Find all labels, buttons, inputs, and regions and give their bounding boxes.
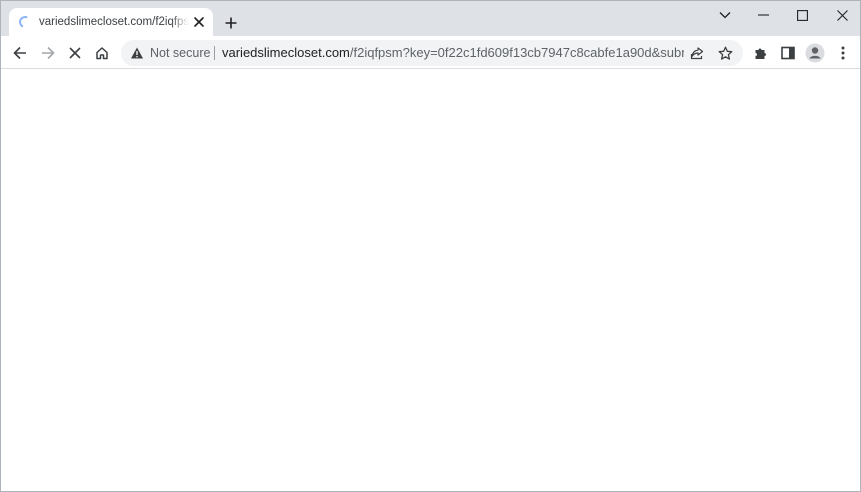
- browser-window: variedslimecloset.com/f2iqfpsm?key=0f22c…: [0, 0, 861, 492]
- maximize-icon[interactable]: [790, 4, 814, 26]
- warning-triangle-icon[interactable]: [130, 46, 144, 60]
- more-vert-icon[interactable]: [831, 41, 855, 65]
- close-window-icon[interactable]: [830, 4, 854, 26]
- security-chip-label[interactable]: Not secure: [150, 46, 210, 60]
- loading-spinner-icon: [17, 14, 33, 30]
- chevron-down-icon[interactable]: [713, 4, 737, 26]
- tab-title: variedslimecloset.com/f2iqfpsm?key=0f22c…: [39, 16, 189, 28]
- tab-strip: variedslimecloset.com/f2iqfpsm?key=0f22c…: [1, 1, 860, 37]
- url-host: variedslimecloset.com: [222, 45, 350, 60]
- url-text[interactable]: variedslimecloset.com/f2iqfpsm?key=0f22c…: [222, 45, 684, 60]
- back-arrow-icon[interactable]: [8, 41, 32, 65]
- page-content-area: [1, 70, 860, 491]
- extensions-puzzle-icon[interactable]: [749, 41, 773, 65]
- browser-toolbar: Not secure variedslimecloset.com/f2iqfps…: [1, 36, 860, 69]
- omnibox[interactable]: Not secure variedslimecloset.com/f2iqfps…: [121, 40, 743, 66]
- stop-loading-icon[interactable]: [63, 41, 87, 65]
- star-icon[interactable]: [716, 44, 734, 62]
- active-tab[interactable]: variedslimecloset.com/f2iqfpsm?key=0f22c…: [9, 8, 213, 37]
- profile-avatar-icon[interactable]: [803, 41, 827, 65]
- side-panel-icon[interactable]: [776, 41, 800, 65]
- forward-arrow-icon[interactable]: [36, 41, 60, 65]
- share-icon[interactable]: [688, 44, 706, 62]
- minimize-icon[interactable]: [751, 4, 775, 26]
- home-icon[interactable]: [90, 41, 114, 65]
- url-path: /f2iqfpsm?key=0f22c1fd609f13cb7947c8cabf…: [349, 45, 684, 60]
- plus-icon[interactable]: [221, 13, 241, 33]
- close-icon[interactable]: [191, 14, 207, 30]
- omnibox-divider: [214, 46, 215, 60]
